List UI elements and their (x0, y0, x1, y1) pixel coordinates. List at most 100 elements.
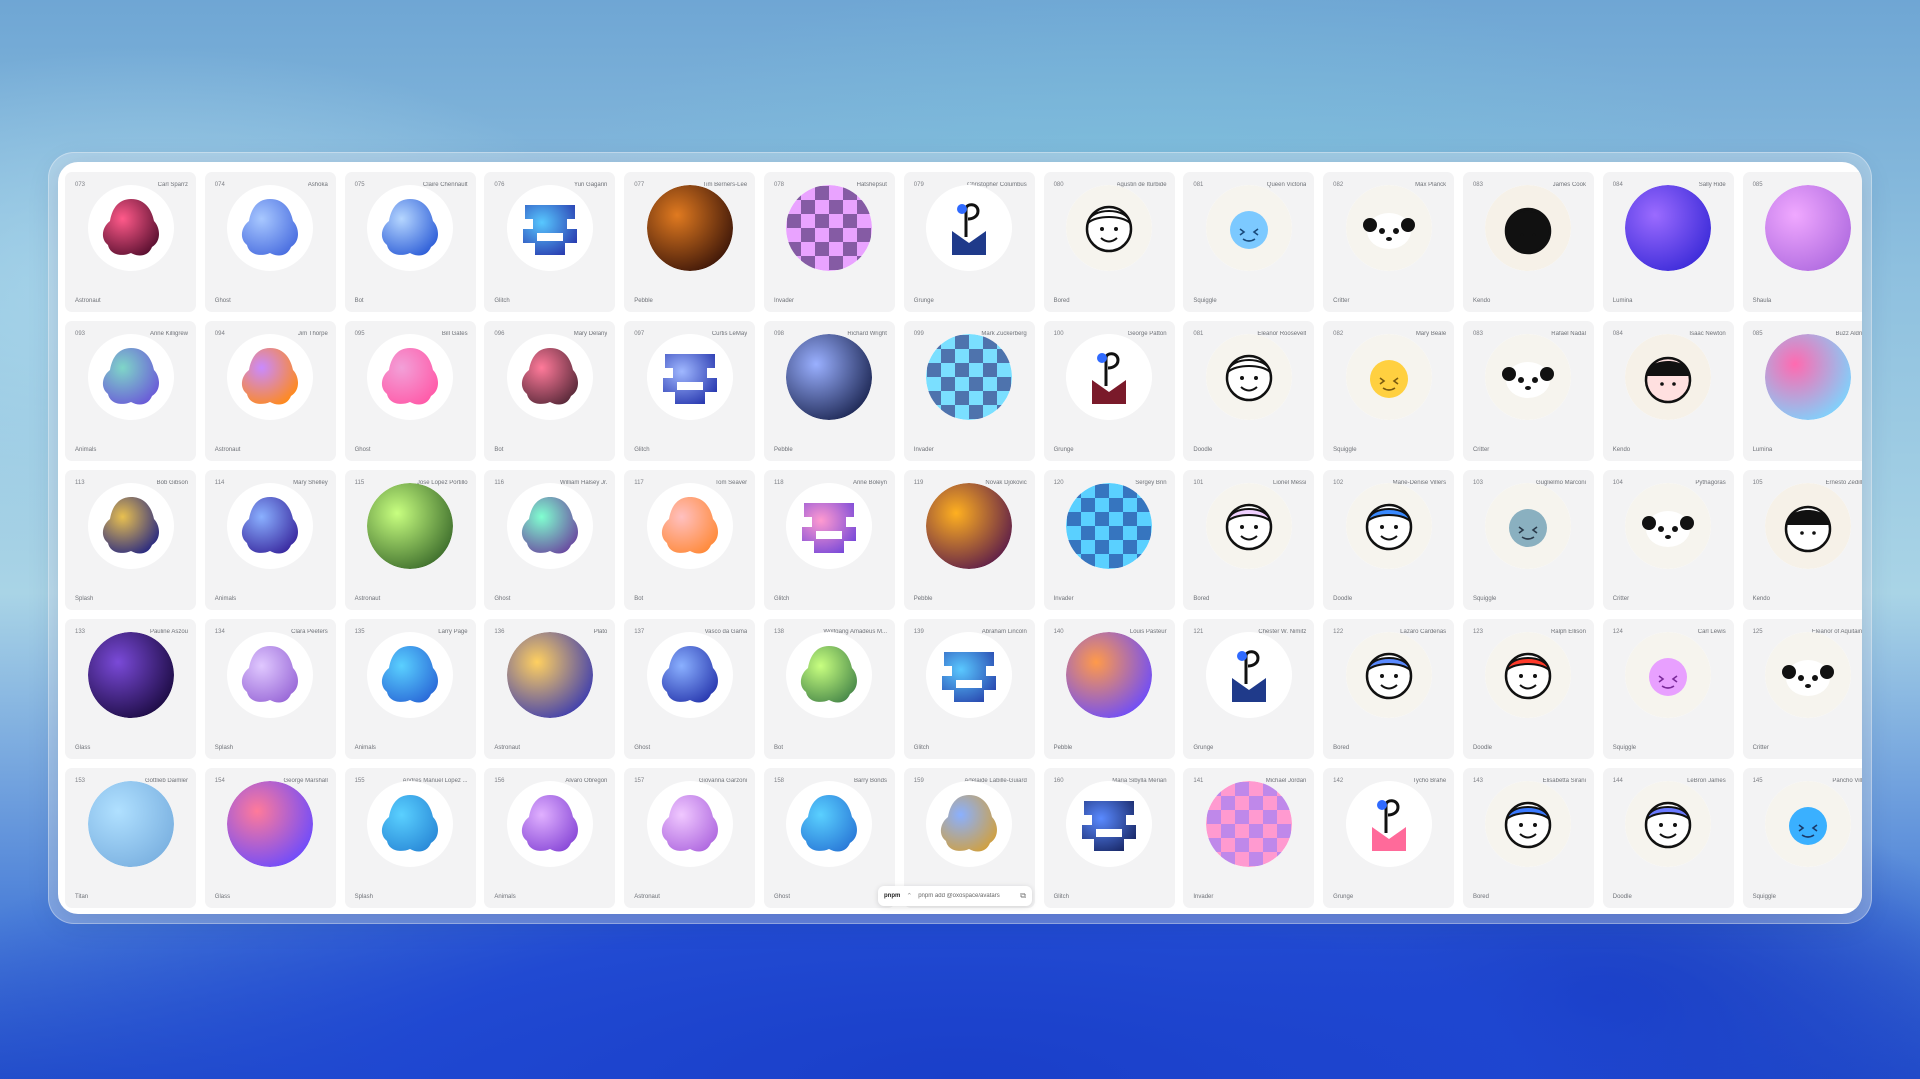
avatar-card[interactable]: 102 Marie-Denise Villers Doodle (1323, 470, 1455, 610)
avatar-card[interactable]: 117 Tom Seaver Bot (624, 470, 756, 610)
avatar-card[interactable]: 118 Anne Boleyn Glitch (763, 470, 895, 610)
avatar-person-name: Clara Peeters (291, 629, 328, 635)
avatar-card[interactable]: 103 Guglielmo Marconi Squiggle (1462, 470, 1594, 610)
avatar-card[interactable]: 114 Mary Shelley Animals (204, 470, 336, 610)
avatar-image (1066, 185, 1153, 271)
avatar-card[interactable]: 143 Elisabetta Sirani Bored (1462, 768, 1594, 908)
avatar-card[interactable]: 104 Pythagoras Critter (1602, 470, 1734, 610)
avatar-style-label: Pebble (913, 596, 933, 602)
avatar-card[interactable]: 124 Carl Lewis Squiggle (1602, 619, 1734, 759)
avatar-card[interactable]: 100 George Patton Grunge (1043, 321, 1175, 461)
avatar-image (786, 483, 873, 569)
avatar-image (367, 483, 454, 569)
avatar-image (1205, 185, 1292, 271)
avatar-card[interactable]: 133 Pauline Aszou Glass (65, 619, 196, 759)
avatar-card[interactable]: 076 Yuri Gagarin Glitch (484, 172, 616, 312)
avatar-card[interactable]: 141 Michael Jordan Invader (1183, 768, 1315, 908)
avatar-style-label: Critter (1752, 745, 1769, 751)
avatar-card[interactable]: 138 Wolfgang Amadeus M... Bot (763, 619, 895, 759)
avatar-card[interactable]: 079 Christopher Columbus Grunge (903, 172, 1035, 312)
avatar-image (506, 483, 593, 569)
avatar-card[interactable]: 085 Shaula (1742, 172, 1862, 312)
avatar-card[interactable]: 158 Barry Bonds Ghost (763, 768, 895, 908)
avatar-number: 104 (1612, 480, 1623, 486)
avatar-person-name: Queen Victoria (1266, 182, 1307, 188)
avatar-card[interactable]: 081 Eleanor Roosevelt Doodle (1183, 321, 1315, 461)
avatar-image (1765, 781, 1852, 867)
package-manager-select[interactable]: pnpm (884, 893, 900, 899)
avatar-card[interactable]: 084 Isaac Newton Kendo (1602, 321, 1734, 461)
avatar-card[interactable]: 155 Andres Manuel Lopez ... Splash (344, 768, 476, 908)
avatar-style-label: Pebble (1053, 745, 1073, 751)
avatar-card[interactable]: 097 Curtis LeMay Glitch (624, 321, 756, 461)
avatar-card[interactable]: 145 Pancho Villa Squiggle (1742, 768, 1862, 908)
avatar-card[interactable]: 084 Sally Ride Lumina (1602, 172, 1734, 312)
avatar-card[interactable]: 144 LeBron James Doodle (1602, 768, 1734, 908)
avatar-card[interactable]: 074 Ashoka Ghost (204, 172, 336, 312)
avatar-card[interactable]: 105 Ernesto Zedillo Kendo (1742, 470, 1862, 610)
avatar-number: 134 (214, 629, 225, 635)
avatar-card[interactable]: 083 Rafael Nadal Critter (1462, 321, 1594, 461)
avatar-number: 085 (1752, 182, 1763, 188)
avatar-card[interactable]: 160 Maria Sibylla Merian Glitch (1043, 768, 1175, 908)
avatar-card[interactable]: 140 Louis Pasteur Pebble (1043, 619, 1175, 759)
avatar-image (367, 185, 454, 271)
copy-icon[interactable]: ⧉ (1020, 891, 1026, 901)
avatar-card[interactable]: 085 Buzz Aldrin Lumina (1742, 321, 1862, 461)
avatar-card[interactable]: 099 Mark Zuckerberg Invader (903, 321, 1035, 461)
avatar-style-label: Pebble (634, 298, 653, 304)
avatar-card[interactable]: 113 Bob Gibson Splash (65, 470, 196, 610)
avatar-card[interactable]: 122 Lazaro Cardenas Bored (1323, 619, 1455, 759)
avatar-image (1765, 185, 1852, 271)
avatar-card[interactable]: 075 Claire Chennault Bot (344, 172, 476, 312)
avatar-style-label: Ghost (494, 596, 511, 602)
avatar-card[interactable]: 136 Plato Astronaut (484, 619, 616, 759)
avatar-card[interactable]: 098 Richard Wright Pebble (763, 321, 895, 461)
avatar-card[interactable]: 094 Jim Thorpe Astronaut (204, 321, 336, 461)
avatar-card[interactable]: 083 James Cook Kendo (1462, 172, 1594, 312)
avatar-card[interactable]: 093 Anne Killigrew Animals (65, 321, 196, 461)
avatar-style-label: Ghost (773, 894, 790, 900)
avatar-card[interactable]: 121 Chester W. Nimitz Grunge (1183, 619, 1315, 759)
avatar-card[interactable]: 082 Max Planck Critter (1323, 172, 1455, 312)
avatar-card[interactable]: 081 Queen Victoria Squiggle (1183, 172, 1315, 312)
install-command-bar[interactable]: pnpm ⌃ pnpm add @oxospace/avatars ⧉ (878, 886, 1032, 906)
avatar-card[interactable]: 119 Novak Djokovic Pebble (903, 470, 1035, 610)
avatar-card[interactable]: 134 Clara Peeters Splash (204, 619, 336, 759)
avatar-style-label: Glitch (1053, 894, 1069, 900)
avatar-card[interactable]: 077 Tim Berners-Lee Pebble (624, 172, 756, 312)
avatar-number: 081 (1193, 182, 1204, 188)
avatar-card[interactable]: 157 Giovanna Garzoni Astronaut (624, 768, 756, 908)
avatar-card[interactable]: 116 William Halsey Jr. Ghost (484, 470, 616, 610)
avatar-card[interactable]: 137 Vasco da Gama Ghost (624, 619, 756, 759)
avatar-style-label: Bot (773, 745, 783, 751)
avatar-card[interactable]: 101 Lionel Messi Bored (1183, 470, 1315, 610)
avatar-card[interactable]: 120 Sergey Brin Invader (1043, 470, 1175, 610)
avatar-image (1205, 334, 1292, 420)
avatar-person-name: Ralph Ellison (1550, 629, 1586, 635)
avatar-card[interactable]: 135 Larry Page Animals (344, 619, 476, 759)
avatar-number: 105 (1752, 480, 1763, 486)
avatar-image (367, 334, 454, 420)
avatar-card[interactable]: 095 Bill Gates Ghost (344, 321, 476, 461)
avatar-image (1345, 632, 1432, 718)
avatar-number: 115 (354, 480, 365, 486)
avatar-person-name: Abraham Lincoln (981, 629, 1027, 635)
avatar-card[interactable]: 082 Mary Beale Squiggle (1323, 321, 1455, 461)
avatar-card[interactable]: 096 Mary Delany Bot (484, 321, 616, 461)
avatar-number: 073 (75, 182, 86, 188)
avatar-card[interactable]: 080 Agustin de Iturbide Bored (1043, 172, 1175, 312)
avatar-card[interactable]: 154 George Marshall Glass (204, 768, 336, 908)
avatar-card[interactable]: 115 Jose Lopez Portillo Astronaut (344, 470, 476, 610)
avatar-image (1485, 334, 1572, 420)
avatar-number: 144 (1612, 778, 1623, 784)
avatar-card[interactable]: 073 Carl Sparrz Astronaut (65, 172, 196, 312)
avatar-card[interactable]: 125 Eleanor of Aquitaine Critter (1742, 619, 1862, 759)
avatar-card[interactable]: 078 Hatshepsut Invader (763, 172, 895, 312)
avatar-image (646, 781, 733, 867)
avatar-card[interactable]: 139 Abraham Lincoln Glitch (903, 619, 1035, 759)
avatar-card[interactable]: 153 Gottlieb Daimler Titan (65, 768, 196, 908)
avatar-card[interactable]: 123 Ralph Ellison Doodle (1462, 619, 1594, 759)
avatar-card[interactable]: 156 Alvaro Obregon Animals (484, 768, 616, 908)
avatar-card[interactable]: 142 Tycho Brahe Grunge (1323, 768, 1455, 908)
